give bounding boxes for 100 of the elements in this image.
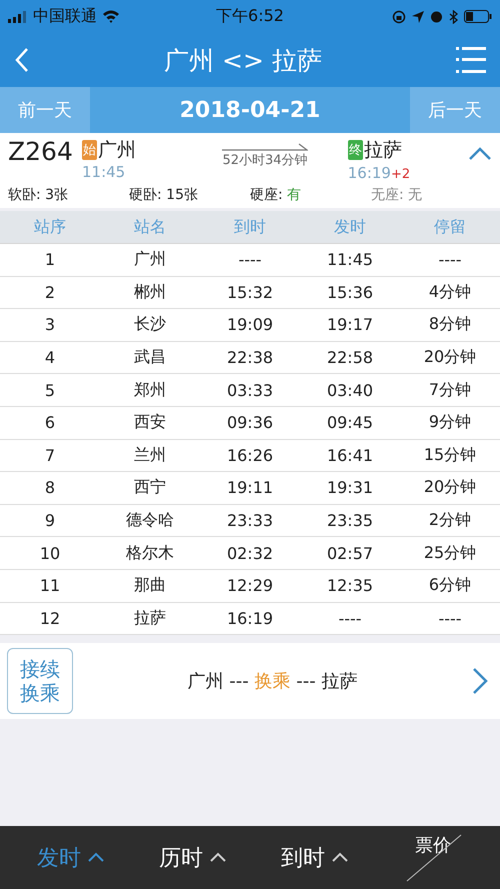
sort-button[interactable]: 发时 [37,842,105,872]
table-cell-text: 郴州 [133,282,167,303]
departure-station: 广州 [98,138,136,163]
seat-availability: 硬座: 有 [250,186,302,204]
start-badge: 始 [82,140,97,160]
column-header: 站序 [33,216,67,238]
table-cell-text: 20分钟 [422,477,478,498]
arrival-time: 16:19 [348,164,391,182]
previous-day-button[interactable]: 前一天 [0,87,90,133]
table-cell-text: ---- [337,608,363,628]
table-cell-text: 长沙 [133,314,167,336]
chevron-right-icon[interactable] [472,667,488,696]
table-cell-text: 15分钟 [422,444,478,466]
table-cell-text: 16:41 [326,446,374,465]
table-cell-text: 1 [44,250,56,270]
table-cell-text: 16:19 [226,608,274,628]
end-badge: 终 [348,140,363,160]
collapse-button[interactable] [468,147,492,161]
table-cell-text: 那曲 [133,575,167,596]
menu-button[interactable] [456,46,486,74]
lock-rotation-icon [392,10,406,24]
column-header: 发时 [333,216,367,238]
carrier-name: 中国联通 [33,6,97,27]
caret-up-icon [209,852,227,863]
table-cell-text: 20分钟 [422,347,478,368]
table-cell-text: 武昌 [133,347,167,368]
back-button[interactable] [14,47,30,73]
table-cell-text: 2分钟 [428,510,472,532]
location-icon [412,10,424,22]
day-offset: +2 [390,167,410,182]
table-cell-text: 西宁 [133,477,167,498]
table-cell-text: 5 [44,380,56,400]
table-cell-text: 23:35 [326,511,374,530]
table-cell-text: 7分钟 [428,380,472,401]
clock-time: 下午6:52 [216,6,284,27]
departure-time: 11:45 [82,163,126,181]
column-header: 站名 [133,216,167,238]
travel-duration: 52小时34分钟 [222,152,308,169]
table-cell-text: 7 [44,446,56,465]
table-cell-text: 15:32 [226,282,274,302]
table-cell-text: 4分钟 [428,282,472,303]
next-day-button[interactable]: 后一天 [410,87,500,133]
table-cell-text: 02:32 [226,544,274,563]
transfer-route: 广州 --- 换乘 --- 拉萨 [186,670,358,694]
table-cell-text: 09:36 [226,413,274,432]
table-cell-text: 03:33 [226,380,274,400]
bluetooth-icon [449,10,458,24]
table-cell-text: ---- [237,250,263,270]
table-cell-text: 8分钟 [428,314,472,336]
table-cell-text: 德令哈 [125,510,175,532]
caret-up-icon [331,852,349,863]
sort-button[interactable]: 到时 [281,842,349,872]
table-cell-text: 03:40 [326,380,374,400]
transfer-button[interactable]: 接续 换乘 [7,648,73,714]
table-cell-text: 格尔木 [125,542,175,564]
table-cell-text: 15:36 [326,282,374,302]
table-cell-text: ---- [437,250,463,270]
date-label: 2018-04-21 [178,96,322,124]
table-cell-text: 拉萨 [133,608,167,629]
table-cell-text: 19:17 [326,315,374,334]
table-cell-text: 19:11 [226,478,274,498]
page-title: 广州 <> 拉萨 [164,44,322,76]
table-cell-text: 6 [44,413,56,432]
table-cell-text: 9 [44,511,56,530]
table-cell-text: 22:58 [326,348,374,368]
table-cell-text: 02:57 [326,544,374,563]
table-cell-text: 3 [44,315,56,334]
column-header: 停留 [433,216,467,238]
table-cell-text: 11:45 [326,250,374,270]
table-cell-text: 12:35 [326,576,374,596]
sort-button[interactable]: 票价 [403,832,463,882]
table-cell-text: 西安 [133,412,167,434]
train-number: Z264 [8,137,74,166]
table-cell-text: 郑州 [133,380,167,401]
seat-availability: 无座: 无 [371,186,424,204]
table-cell-text: 9分钟 [428,412,472,434]
table-cell-text: 12 [38,608,62,628]
seat-availability: 软卧: 3张 [8,186,70,204]
table-cell-text: 11 [38,576,62,596]
arrival-station: 拉萨 [364,138,402,163]
table-cell-text: ---- [437,608,463,628]
table-cell-text: 6分钟 [428,575,472,596]
column-header: 到时 [233,216,267,238]
table-cell-text: 广州 [133,249,167,270]
table-cell-text: 兰州 [133,444,167,466]
seat-availability: 硬卧: 15张 [129,186,199,204]
table-cell-text: 2 [44,282,56,302]
caret-up-icon [87,852,105,863]
table-cell-text: 19:09 [226,315,274,334]
alarm-icon [430,10,443,23]
wifi-icon [102,10,120,23]
sort-button[interactable]: 历时 [159,842,227,872]
table-cell-text: 19:31 [326,478,374,498]
table-cell-text: 4 [44,348,56,368]
table-cell-text: 09:45 [326,413,374,432]
battery-icon [464,10,492,23]
signal-icon [8,10,28,22]
table-cell-text: 22:38 [226,348,274,368]
table-cell-text: 12:29 [226,576,274,596]
table-cell-text: 8 [44,478,56,498]
